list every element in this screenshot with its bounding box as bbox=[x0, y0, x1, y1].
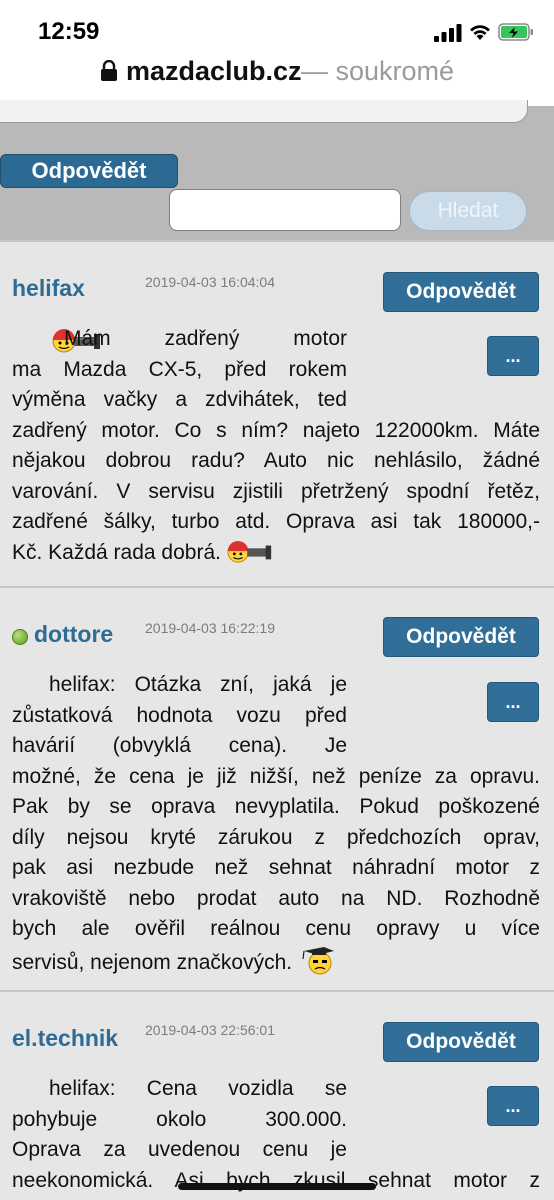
post-line: Oprava za uvedenou cenu je bbox=[12, 1138, 347, 1161]
post-line: helifax: Cena vozidla se bbox=[49, 1077, 347, 1100]
post-line: zadřený motor. Co s ním? najeto 122000km… bbox=[12, 418, 540, 442]
post-line: díly nejsou kryté zárukou z předchozích … bbox=[12, 825, 540, 849]
search-button[interactable]: Hledat bbox=[409, 191, 527, 231]
battery-charging-icon bbox=[498, 23, 533, 41]
post-line: možné, že cena je již nižší, než peníze … bbox=[12, 764, 540, 788]
url-domain[interactable]: mazdaclub.cz bbox=[126, 56, 302, 87]
status-time: 12:59 bbox=[38, 18, 100, 45]
post-date: 2019-04-03 16:22:19 bbox=[145, 620, 275, 636]
post-text: helifax: Otázka zní, jaká je zůstatková h… bbox=[12, 670, 540, 978]
search-input[interactable] bbox=[169, 189, 401, 231]
post-line: ma Mazda CX-5, před rokem bbox=[12, 357, 347, 381]
post-line-text: Kč. Každá rada dobrá. bbox=[12, 540, 221, 564]
post-reply-button[interactable]: Odpovědět bbox=[383, 272, 539, 312]
post-author[interactable]: dottore bbox=[34, 621, 113, 648]
post-line: Kč. Každá rada dobrá. bbox=[12, 538, 540, 569]
post-line: neekonomická. Asi bych zkusil sehnat mot… bbox=[12, 1168, 540, 1192]
post-line: zůstatková hodnota vozu před bbox=[12, 703, 347, 727]
wifi-icon bbox=[470, 25, 490, 40]
post-line: zadřené šálky, turbo atd. Oprava asi tak… bbox=[12, 510, 540, 533]
post-line: servisů, nejenom značkových. bbox=[12, 945, 540, 979]
online-status-icon bbox=[12, 629, 28, 645]
post-date: 2019-04-03 22:56:01 bbox=[145, 1022, 275, 1038]
lock-icon bbox=[101, 60, 117, 81]
post-line: bych ale ověřil reálnou cenu opravy u ví… bbox=[12, 917, 540, 940]
post-line: helifax: Otázka zní, jaká je bbox=[49, 673, 347, 696]
smiley-graduate-icon bbox=[302, 946, 334, 974]
post-line: varování. V servisu zjistili přetržený s… bbox=[12, 479, 540, 503]
smiley-binoculars-icon bbox=[227, 540, 271, 563]
post-line: nějakou dobrou radu? Auto nic nehlásilo,… bbox=[12, 449, 540, 472]
post-line: výměna vačky a zdvihátek, ted bbox=[12, 388, 347, 411]
home-indicator[interactable] bbox=[178, 1183, 376, 1190]
post-line: vrakoviště nebo prodat auto na ND. Rozho… bbox=[12, 886, 540, 910]
status-bar: 12:59 bbox=[0, 0, 554, 45]
post-line: pak asi nezbude než sehnat náhradní moto… bbox=[12, 856, 540, 879]
post-author[interactable]: el.technik bbox=[12, 1025, 118, 1052]
post-line: pohybuje okolo 300.000. bbox=[12, 1107, 347, 1131]
post-date: 2019-04-03 16:04:04 bbox=[145, 274, 275, 290]
post-line: Mám zadřený motor bbox=[64, 327, 347, 350]
message-textarea-bottom[interactable] bbox=[0, 100, 528, 123]
post-line-text: servisů, nejenom značkových. bbox=[12, 950, 293, 974]
post-line: Pak by se oprava nevyplatila. Pokud pošk… bbox=[12, 795, 540, 818]
post-line: havárií (obvyklá cena). Je bbox=[12, 734, 347, 757]
reply-button[interactable]: Odpovědět bbox=[0, 154, 178, 188]
post-reply-button[interactable]: Odpovědět bbox=[383, 617, 539, 657]
cellular-signal-icon bbox=[434, 24, 462, 42]
post-text: helifax: Cena vozidla se pohybuje okolo 3… bbox=[12, 1074, 540, 1196]
post-reply-button[interactable]: Odpovědět bbox=[383, 1022, 539, 1062]
private-mode-label: — soukromé bbox=[301, 56, 455, 86]
post-text: Mám zadřený motor ma Mazda CX-5, před rok… bbox=[12, 324, 540, 568]
post-author[interactable]: helifax bbox=[12, 275, 85, 302]
